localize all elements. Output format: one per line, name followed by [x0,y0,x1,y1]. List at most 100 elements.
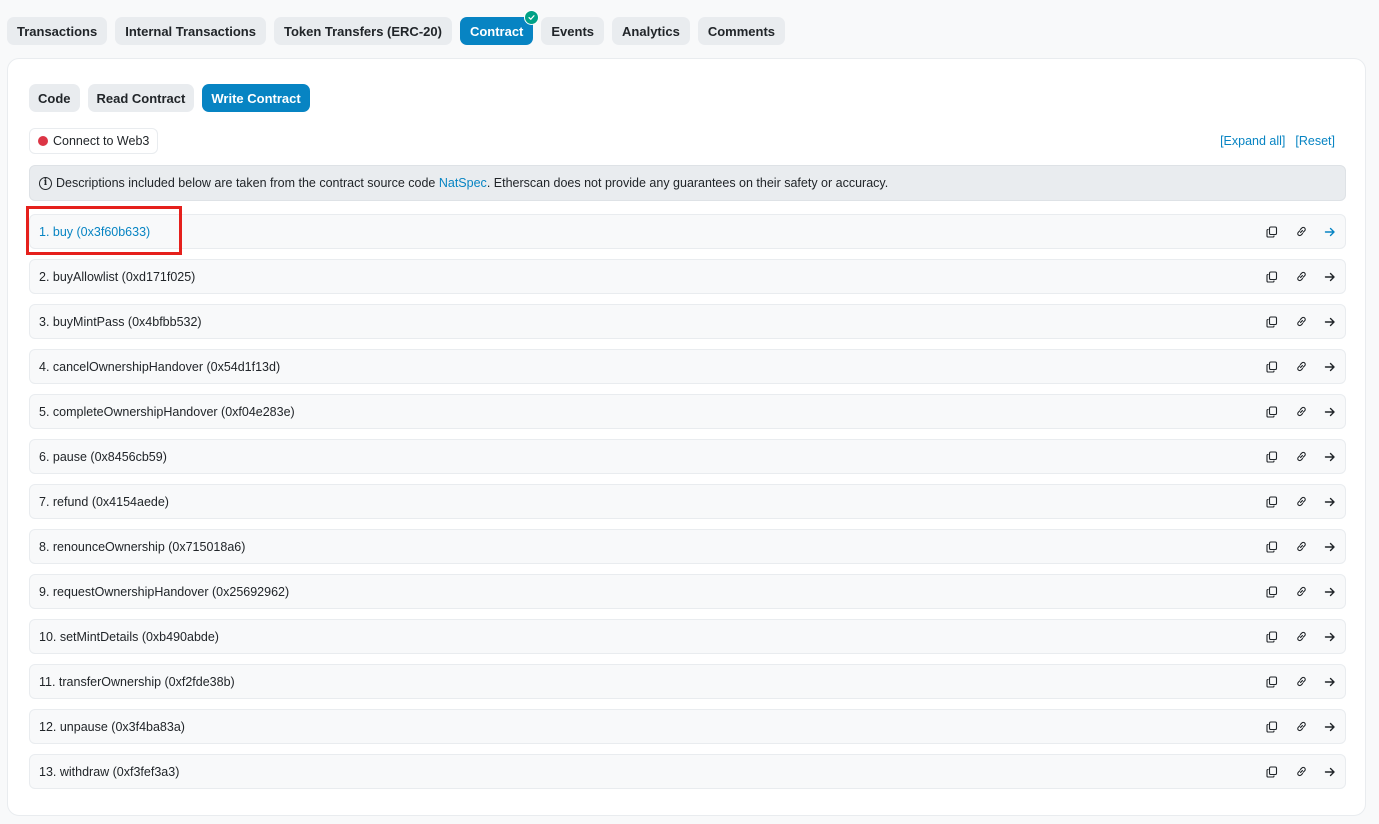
link-icon[interactable] [1294,765,1308,779]
subtab-write-contract[interactable]: Write Contract [202,84,310,112]
copy-icon[interactable] [1265,495,1279,509]
link-icon[interactable] [1294,225,1308,239]
function-label: 13. withdraw (0xf3fef3a3) [39,764,180,779]
tab-events[interactable]: Events [541,17,605,45]
link-icon[interactable] [1294,630,1308,644]
copy-icon[interactable] [1265,630,1279,644]
function-row[interactable]: 5. completeOwnershipHandover (0xf04e283e… [29,394,1346,429]
function-row-actions [1265,675,1337,689]
link-icon[interactable] [1294,450,1308,464]
function-row[interactable]: 11. transferOwnership (0xf2fde38b) [29,664,1346,699]
function-label: 12. unpause (0x3f4ba83a) [39,719,185,734]
function-row[interactable]: 4. cancelOwnershipHandover (0x54d1f13d) [29,349,1346,384]
function-label: 9. requestOwnershipHandover (0x25692962) [39,584,290,599]
connect-web3-label: Connect to Web3 [53,134,150,148]
function-row-actions [1265,225,1337,239]
copy-icon[interactable] [1265,225,1279,239]
function-row[interactable]: 6. pause (0x8456cb59) [29,439,1346,474]
subtab-read-contract[interactable]: Read Contract [87,84,195,112]
function-row-actions [1265,495,1337,509]
function-row[interactable]: 13. withdraw (0xf3fef3a3) [29,754,1346,789]
function-row[interactable]: 7. refund (0x4154aede) [29,484,1346,519]
tab-comments[interactable]: Comments [697,17,786,45]
tab-contract[interactable]: Contract [459,10,540,45]
connect-web3-button[interactable]: Connect to Web3 [29,128,159,154]
link-icon[interactable] [1294,720,1308,734]
link-icon[interactable] [1294,315,1308,329]
function-row-actions [1265,585,1337,599]
copy-icon[interactable] [1265,585,1279,599]
function-row[interactable]: 10. setMintDetails (0xb490abde) [29,619,1346,654]
verified-check-icon [524,10,540,25]
expand-reset-links: [Expand all] [Reset] [1220,134,1335,148]
function-row-actions [1265,630,1337,644]
tab-internal-transactions[interactable]: Internal Transactions [115,17,266,45]
copy-icon[interactable] [1265,360,1279,374]
function-row-actions [1265,315,1337,329]
arrow-right-icon[interactable] [1323,675,1337,689]
arrow-right-icon[interactable] [1323,630,1337,644]
function-label: 5. completeOwnershipHandover (0xf04e283e… [39,404,295,419]
arrow-right-icon[interactable] [1323,270,1337,284]
arrow-right-icon[interactable] [1323,360,1337,374]
contract-subtabs: Code Read Contract Write Contract [29,84,310,112]
copy-icon[interactable] [1265,315,1279,329]
copy-icon[interactable] [1265,765,1279,779]
function-row-actions [1265,765,1337,779]
function-row[interactable]: 8. renounceOwnership (0x715018a6) [29,529,1346,564]
function-row-actions [1265,540,1337,554]
function-label: 3. buyMintPass (0x4bfbb532) [39,314,202,329]
link-icon[interactable] [1294,270,1308,284]
notice-prefix: Descriptions included below are taken fr… [56,176,436,190]
copy-icon[interactable] [1265,450,1279,464]
natspec-link[interactable]: NatSpec [439,176,487,190]
link-icon[interactable] [1294,495,1308,509]
link-icon[interactable] [1294,585,1308,599]
notice-suffix: . Etherscan does not provide any guarant… [486,176,889,190]
arrow-right-icon[interactable] [1323,585,1337,599]
arrow-right-icon[interactable] [1323,405,1337,419]
link-icon[interactable] [1294,360,1308,374]
copy-icon[interactable] [1265,270,1279,284]
copy-icon[interactable] [1265,540,1279,554]
link-icon[interactable] [1294,675,1308,689]
natspec-notice: i Descriptions included below are taken … [29,165,1346,201]
function-row[interactable]: 2. buyAllowlist (0xd171f025) [29,259,1346,294]
function-row[interactable]: 1. buy (0x3f60b633) [29,214,1346,249]
copy-icon[interactable] [1265,405,1279,419]
function-row-actions [1265,720,1337,734]
link-icon[interactable] [1294,405,1308,419]
function-row-actions [1265,360,1337,374]
reset-link[interactable]: [Reset] [1295,134,1335,148]
expand-all-link[interactable]: [Expand all] [1220,134,1285,148]
arrow-right-icon[interactable] [1323,765,1337,779]
arrow-right-icon[interactable] [1323,450,1337,464]
function-label: 6. pause (0x8456cb59) [39,449,167,464]
tab-analytics[interactable]: Analytics [612,17,690,45]
function-row[interactable]: 3. buyMintPass (0x4bfbb532) [29,304,1346,339]
function-label: 1. buy (0x3f60b633) [39,224,151,239]
arrow-right-icon[interactable] [1323,315,1337,329]
main-tabs: Transactions Internal Transactions Token… [7,10,786,45]
function-label: 8. renounceOwnership (0x715018a6) [39,539,246,554]
arrow-right-icon[interactable] [1323,720,1337,734]
arrow-right-icon[interactable] [1323,540,1337,554]
tab-token-transfers[interactable]: Token Transfers (ERC-20) [273,17,452,45]
function-row-actions [1265,270,1337,284]
function-row[interactable]: 9. requestOwnershipHandover (0x25692962) [29,574,1346,609]
copy-icon[interactable] [1265,675,1279,689]
link-icon[interactable] [1294,540,1308,554]
contract-card: Code Read Contract Write Contract Connec… [7,58,1366,816]
function-label: 7. refund (0x4154aede) [39,494,169,509]
arrow-right-icon[interactable] [1323,495,1337,509]
function-label: 2. buyAllowlist (0xd171f025) [39,269,196,284]
copy-icon[interactable] [1265,720,1279,734]
tab-transactions[interactable]: Transactions [7,17,108,45]
function-row-actions [1265,405,1337,419]
arrow-right-icon[interactable] [1323,225,1337,239]
subtab-code[interactable]: Code [29,84,80,112]
function-list: 1. buy (0x3f60b633) 2. buyAllowlist (0xd1… [29,214,1346,789]
function-row[interactable]: 12. unpause (0x3f4ba83a) [29,709,1346,744]
tab-contract-label: Contract [469,23,524,39]
function-label: 4. cancelOwnershipHandover (0x54d1f13d) [39,359,281,374]
